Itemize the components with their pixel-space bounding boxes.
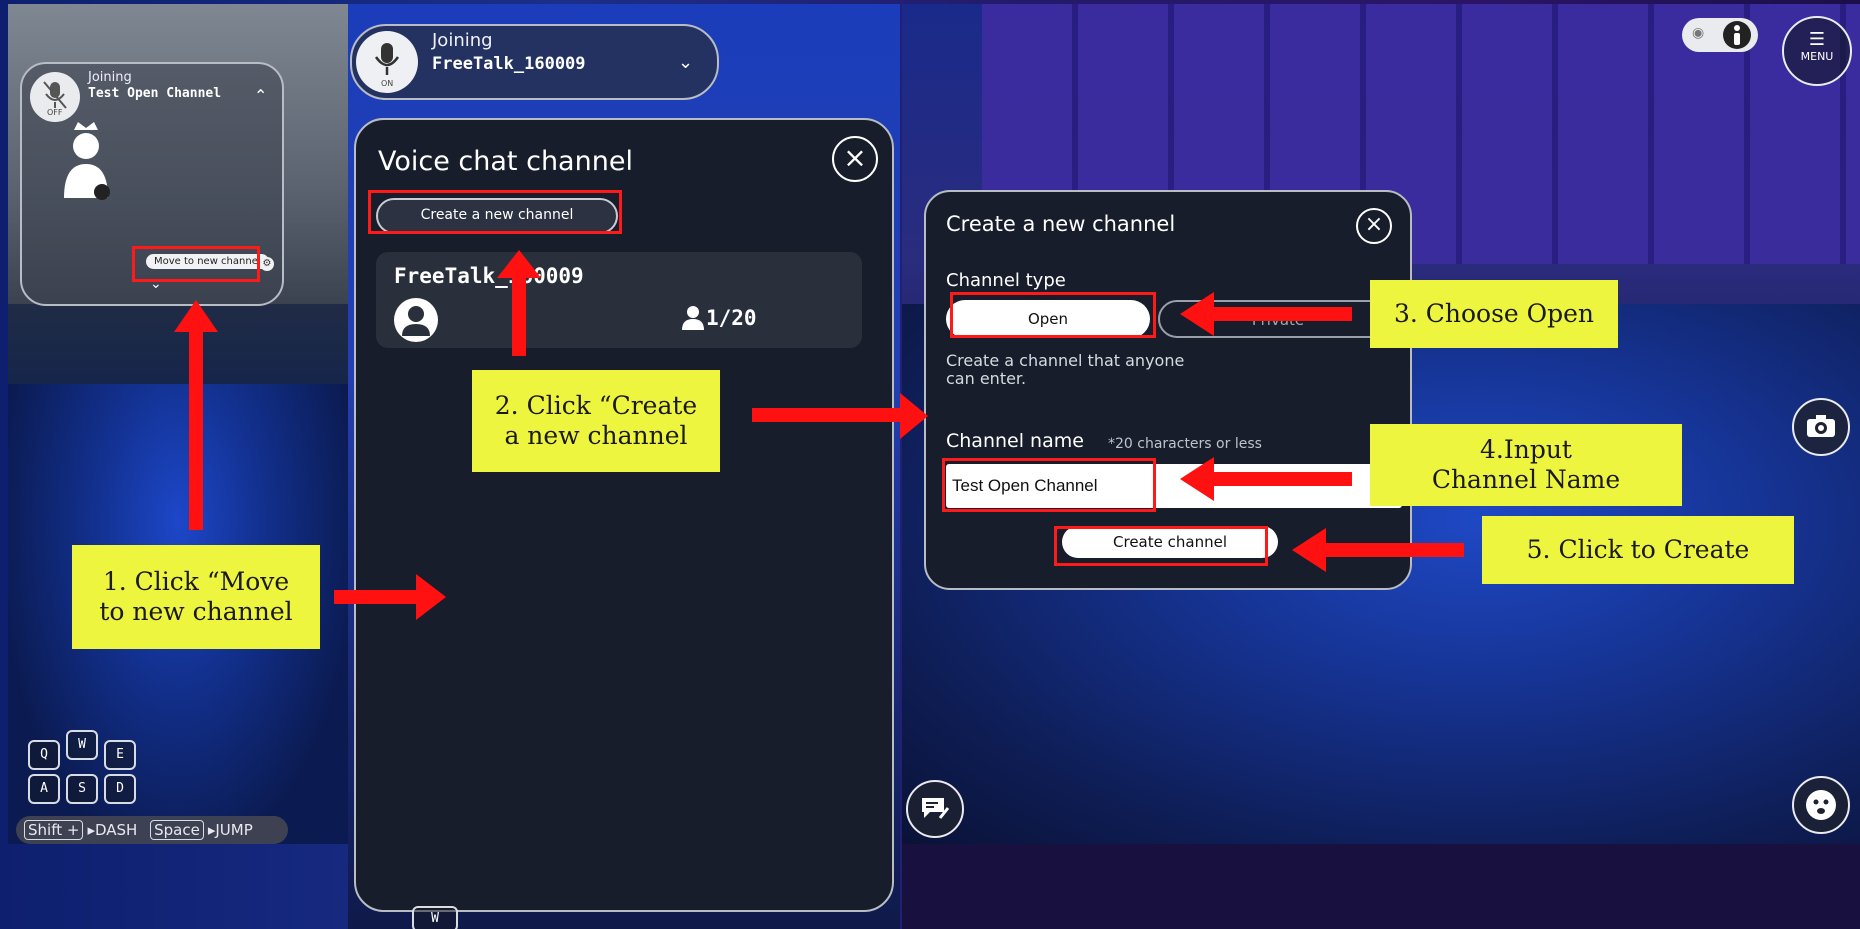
control-hint-bar: Shift + ▸DASH Space ▸JUMP [16,816,288,844]
user-avatar-icon [394,298,438,342]
arrow-left-step4 [1212,472,1352,486]
info-icon [1723,21,1751,49]
menu-label: MENU [1800,50,1834,63]
current-channel-name: Test Open Channel [88,86,222,101]
close-icon[interactable]: × [1356,208,1392,244]
mic-state-label: ON [381,79,394,88]
camera-icon [1807,415,1835,437]
menu-button[interactable]: ☰ MENU [1782,16,1852,86]
channel-type-label: Channel type [946,270,1066,291]
dialog-title: Voice chat channel [378,146,633,177]
camera-button[interactable] [1792,398,1850,456]
chat-button[interactable] [906,780,964,838]
face-icon [1806,790,1836,820]
callout-step2: 2. Click “Create a new channel [472,370,720,472]
arrow-right-step1 [334,590,418,604]
arrow-head-left-step3 [1180,292,1214,336]
eye-icon: ◉ [1692,25,1705,41]
channel-user-count: 1/20 [706,306,757,330]
key-e: E [104,740,136,770]
chevron-down-icon[interactable]: ⌄ [678,52,693,73]
channel-list-item[interactable]: FreeTalk_160009 1/20 [376,252,862,348]
chevron-up-icon[interactable]: ⌃ [254,86,267,105]
key-w: W [412,906,458,929]
arrow-head-left-step5 [1292,528,1326,572]
mic-state-label: OFF [47,108,63,117]
panel-move-to-new-channel: OFF Joining Test Open Channel ⌃ Move to … [8,4,348,844]
arrow-left-step3 [1212,307,1352,321]
callout-step4: 4.Input Channel Name [1370,424,1682,506]
arrow-head-up-step2 [497,250,541,278]
highlight-open-button [950,292,1156,338]
channel-name-label: Channel name [946,430,1084,452]
space-key-hint: Space [150,820,204,840]
arrow-head-right-step1 [416,574,446,620]
user-count-icon [682,306,704,330]
key-q: Q [28,740,60,770]
voice-chat-channel-dialog: Voice chat channel × Create a new channe… [354,118,894,912]
highlight-create-button [368,190,622,234]
key-w: W [66,730,98,760]
channel-name-limit-note: *20 characters or less [1108,436,1262,452]
current-channel-name: FreeTalk_160009 [432,54,586,74]
callout-step5: 5. Click to Create [1482,516,1794,584]
arrow-head-up-step1 [174,300,218,332]
host-avatar-icon [64,122,110,200]
arrow-right-step2 [752,408,902,422]
settings-gear-icon[interactable]: ⚙ [260,257,274,271]
highlight-name-input [942,458,1156,512]
arrow-left-step5 [1324,543,1464,557]
key-s: S [66,774,98,804]
emote-button[interactable] [1792,776,1850,834]
joining-label: Joining [432,30,493,51]
callout-step1: 1. Click “Move to new channel [72,545,320,649]
key-a: A [28,774,60,804]
view-toggle[interactable]: ◉ [1682,18,1758,52]
arrow-head-left-step4 [1180,457,1214,501]
chat-edit-icon [922,798,950,819]
highlight-move-button [132,246,260,282]
jump-hint: JUMP [215,821,253,839]
bottom-strip [902,844,1860,929]
arrow-up-step1 [189,328,203,530]
channel-name: FreeTalk_160009 [394,264,584,288]
callout-step3: 3. Choose Open [1370,280,1618,348]
hamburger-icon: ☰ [1808,29,1826,50]
joining-label: Joining [88,70,132,85]
close-icon[interactable]: × [832,136,878,182]
arrow-up-step2 [512,272,526,356]
arrow-head-right-step2 [900,393,928,439]
voice-status-pill: ON Joining FreeTalk_160009 ⌄ [350,24,719,100]
dialog-title: Create a new channel [946,212,1176,236]
highlight-create-channel-button [1054,526,1268,566]
mic-toggle-button[interactable]: ON [356,31,418,93]
key-d: D [104,774,136,804]
dash-hint: DASH [94,821,138,839]
channel-type-description: Create a channel that anyone can enter. [946,351,1185,388]
shift-key-hint: Shift + [24,820,84,840]
mic-toggle-button[interactable]: OFF [30,72,80,122]
mic-on-icon [374,43,400,75]
